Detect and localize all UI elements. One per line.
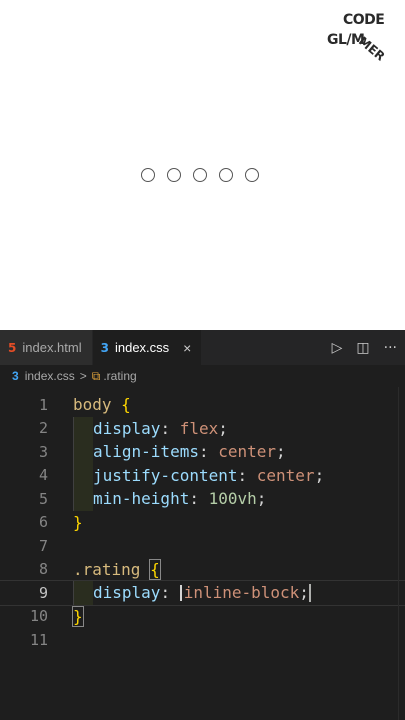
code-line[interactable]: 1 body {	[0, 393, 405, 417]
css3-icon: 3	[12, 369, 19, 383]
breadcrumb-symbol[interactable]: .rating	[103, 369, 136, 383]
rating-star-4[interactable]	[219, 168, 233, 182]
line-number: 8	[38, 560, 48, 579]
tab-label: index.css	[114, 340, 170, 355]
code-line[interactable]: 6}	[0, 511, 405, 535]
line-number: 2	[38, 419, 48, 438]
code-glimmer-logo: CODE GL/M MER	[325, 12, 395, 72]
line-number: 5	[38, 489, 48, 508]
rating-stars	[141, 168, 259, 182]
logo-text-line3: MER	[356, 34, 388, 64]
close-brace: }	[72, 605, 84, 627]
breadcrumb: 3 index.css > ⧉ .rating	[0, 365, 405, 387]
more-actions-icon[interactable]: ···	[384, 340, 397, 356]
indent-guide	[73, 463, 93, 487]
code-line[interactable]: 8 .rating {	[0, 558, 405, 582]
css-value: center	[218, 442, 277, 462]
line-number: 1	[38, 395, 48, 414]
code-line[interactable]: 10}	[0, 605, 405, 629]
code-editor: 5 index.html 3 index.css × ▷ ◫ ··· 3 ind…	[0, 330, 405, 720]
css-property: justify-content	[93, 465, 238, 485]
logo-text-line1: CODE	[343, 12, 385, 28]
css-selector: .rating	[73, 559, 141, 579]
code-line[interactable]: 7	[0, 534, 405, 558]
code-line[interactable]: 4 justify-content: center;	[0, 463, 405, 487]
split-editor-icon[interactable]: ◫	[356, 340, 369, 356]
code-line[interactable]: 5 min-height: 100vh;	[0, 487, 405, 511]
symbol-class-icon: ⧉	[91, 368, 101, 383]
rating-star-3[interactable]	[193, 168, 207, 182]
code-line[interactable]: 11	[0, 628, 405, 652]
line-number: 9	[38, 583, 48, 602]
tab-index-html[interactable]: 5 index.html	[0, 330, 93, 365]
tab-index-css[interactable]: 3 index.css ×	[92, 330, 203, 365]
mouse-ibeam-icon	[179, 584, 182, 601]
browser-preview: CODE GL/M MER	[0, 0, 405, 330]
indent-guide	[73, 440, 93, 464]
css-property: display	[93, 583, 161, 603]
line-number: 7	[38, 536, 48, 555]
rating-star-2[interactable]	[167, 168, 181, 182]
css-property: display	[93, 418, 161, 438]
line-number: 6	[38, 513, 48, 532]
code-area[interactable]: 1 body { 2 display: flex; 3 align-items: ce…	[0, 393, 405, 652]
css-value: center	[256, 465, 315, 485]
indent-guide	[73, 581, 93, 605]
close-icon[interactable]: ×	[183, 340, 191, 356]
line-number: 3	[38, 442, 48, 461]
open-brace: {	[121, 395, 131, 415]
text-cursor	[308, 583, 311, 602]
breadcrumb-file[interactable]: index.css	[25, 369, 75, 383]
editor-scrollbar[interactable]	[398, 387, 405, 720]
open-brace: {	[149, 558, 161, 580]
css3-icon: 3	[100, 340, 109, 355]
indent-guide	[73, 487, 93, 511]
tab-bar: 5 index.html 3 index.css × ▷ ◫ ···	[0, 330, 405, 365]
code-line[interactable]: 2 display: flex;	[0, 416, 405, 440]
close-brace: }	[73, 512, 83, 532]
rating-star-1[interactable]	[141, 168, 155, 182]
tab-label: index.html	[22, 340, 82, 355]
css-selector: body	[73, 395, 112, 415]
line-number: 4	[38, 466, 48, 485]
editor-actions: ▷ ◫ ···	[332, 330, 397, 365]
line-number: 10	[29, 607, 48, 626]
run-icon[interactable]: ▷	[332, 340, 343, 356]
css-value: 100vh	[208, 489, 257, 509]
rating-star-5[interactable]	[245, 168, 259, 182]
css-property: align-items	[93, 442, 199, 462]
css-value: flex	[179, 418, 219, 438]
line-number: 11	[29, 630, 48, 649]
css-property: min-height	[93, 489, 190, 509]
code-line[interactable]: 3 align-items: center;	[0, 440, 405, 464]
indent-guide	[73, 416, 93, 440]
css-value: inline-block	[183, 583, 300, 603]
breadcrumb-separator: >	[79, 369, 87, 383]
code-line-current[interactable]: 9 display: inline-block;	[0, 580, 405, 606]
html5-icon: 5	[8, 340, 17, 355]
